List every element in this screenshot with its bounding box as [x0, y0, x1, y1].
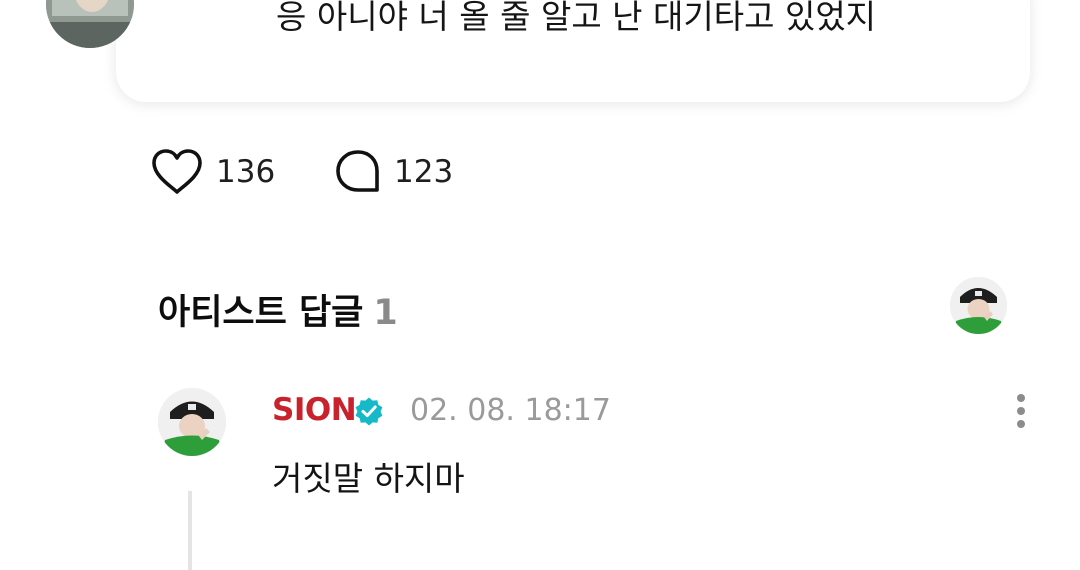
reply-author-name[interactable]: SION	[272, 392, 357, 428]
like-count: 136	[216, 154, 276, 190]
thread-connector-line	[188, 491, 192, 570]
heart-outline-icon	[152, 149, 202, 194]
comment-bubble: 응 아니야 너 올 줄 알고 난 대기타고 있었지	[116, 0, 1030, 102]
section-title-count: 1	[373, 293, 398, 333]
artist-avatar-small[interactable]	[950, 277, 1007, 334]
reply-author-avatar[interactable]	[158, 388, 226, 456]
section-title: 아티스트 답글 1	[158, 284, 398, 335]
comment-text: 응 아니야 너 올 줄 알고 난 대기타고 있었지	[276, 0, 877, 36]
reply-button[interactable]: 123	[334, 146, 453, 198]
more-options-icon[interactable]	[1008, 392, 1036, 430]
comment-detail-page: 응 아니야 너 올 줄 알고 난 대기타고 있었지 136 123 아티스트 답…	[0, 0, 1080, 570]
reply-timestamp: 02. 08. 18:17	[410, 393, 611, 428]
reply-text: 거짓말 하지마	[272, 459, 465, 498]
like-button[interactable]: 136	[150, 146, 275, 198]
section-title-label: 아티스트 답글	[158, 293, 364, 333]
speech-bubble-icon	[336, 150, 379, 192]
reply-count: 123	[394, 154, 454, 190]
verified-badge-icon	[355, 397, 383, 426]
